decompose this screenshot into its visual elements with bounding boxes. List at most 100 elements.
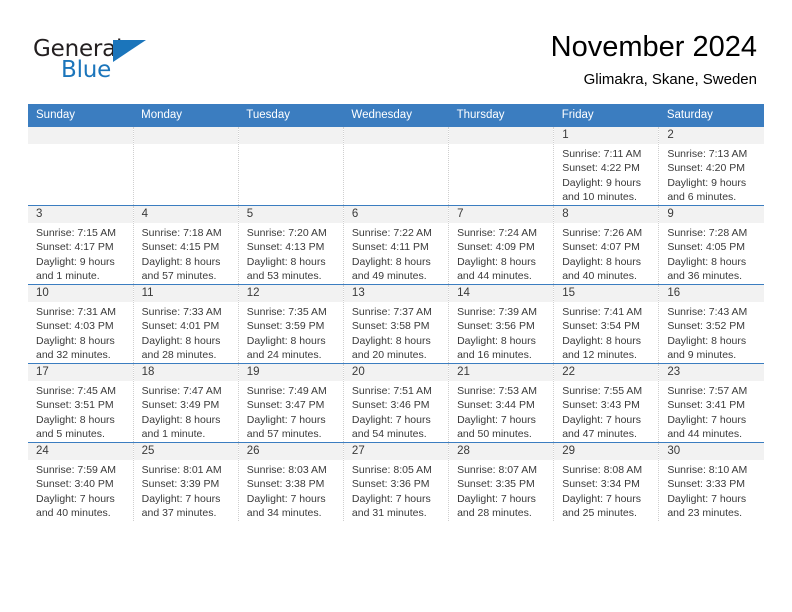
sunrise-time: Sunrise: 7:18 AM [141,227,222,239]
day-cell[interactable]: 6 Sunrise: 7:22 AM Sunset: 4:11 PM Daylight… [343,205,450,285]
daylight-duration-line1: Daylight: 8 hours [457,255,536,268]
day-cell-empty [238,127,344,206]
day-cell-inner [133,127,238,205]
day-cell[interactable]: 30 Sunrise: 8:10 AM Sunset: 3:33 PM Dayligh… [658,442,764,521]
sunset-time: Sunset: 3:39 PM [141,478,220,491]
calendar-page: General Blue November 2024 Glimakra, Ska… [0,0,792,612]
day-cell[interactable]: 15 Sunrise: 7:41 AM Sunset: 3:54 PM Dayligh… [553,284,660,364]
sunset-time: Sunset: 3:44 PM [457,399,535,412]
day-details [239,144,343,147]
day-number: 11 [133,285,238,302]
day-cell[interactable]: 13 Sunrise: 7:37 AM Sunset: 3:58 PM Dayligh… [343,284,450,364]
daylight-duration-line2: and 6 minutes. [667,190,737,203]
day-cell[interactable]: 20 Sunrise: 7:51 AM Sunset: 3:46 PM Dayligh… [343,363,450,443]
day-cell[interactable]: 12 Sunrise: 7:35 AM Sunset: 3:59 PM Dayligh… [238,284,344,364]
day-cell[interactable]: 24 Sunrise: 7:59 AM Sunset: 3:40 PM Dayligh… [28,442,134,521]
day-cell[interactable]: 2 Sunrise: 7:13 AM Sunset: 4:20 PM Daylight… [659,127,764,206]
day-details: Sunrise: 7:55 AM Sunset: 3:43 PM Daylight:… [554,381,658,441]
daylight-duration-line2: and 9 minutes. [667,348,737,361]
sunrise-time: Sunrise: 7:49 AM [246,385,327,397]
day-cell[interactable]: 21 Sunrise: 7:53 AM Sunset: 3:44 PM Dayligh… [448,363,555,443]
day-cell[interactable]: 14 Sunrise: 7:39 AM Sunset: 3:56 PM Dayligh… [448,284,555,364]
day-cell[interactable]: 27 Sunrise: 8:05 AM Sunset: 3:36 PM Dayligh… [343,442,450,521]
day-number: 2 [659,127,764,144]
day-number: 5 [238,206,343,223]
sunset-time: Sunset: 4:22 PM [562,162,640,175]
day-cell[interactable]: 10 Sunrise: 7:31 AM Sunset: 4:03 PM Dayligh… [28,284,134,364]
daylight-duration-line1: Daylight: 8 hours [562,255,641,268]
sunrise-time: Sunrise: 8:05 AM [351,464,432,476]
daylight-duration-line1: Daylight: 8 hours [141,413,221,426]
daylight-duration-line1: Daylight: 8 hours [36,334,115,347]
day-cell-inner: 27 Sunrise: 8:05 AM Sunset: 3:36 PM Dayligh… [343,443,449,521]
day-number: 4 [133,206,238,223]
daylight-duration-line1: Daylight: 8 hours [141,255,221,268]
day-cell[interactable]: 7 Sunrise: 7:24 AM Sunset: 4:09 PM Daylight… [448,205,555,285]
day-details: Sunrise: 7:41 AM Sunset: 3:54 PM Daylight:… [554,302,658,362]
sunset-time: Sunset: 3:49 PM [141,399,220,412]
day-details: Sunrise: 7:22 AM Sunset: 4:11 PM Daylight:… [344,223,448,283]
day-cell[interactable]: 11 Sunrise: 7:33 AM Sunset: 4:01 PM Dayligh… [133,284,239,364]
day-cell[interactable]: 4 Sunrise: 7:18 AM Sunset: 4:15 PM Daylight… [133,205,239,285]
calendar-table: Sunday Monday Tuesday Wednesday Thursday… [28,104,764,521]
weekday-header-tuesday: Tuesday [238,104,344,127]
daylight-duration-line2: and 44 minutes. [457,269,532,282]
daylight-duration-line1: Daylight: 7 hours [457,413,536,426]
daylight-duration-line2: and 24 minutes. [246,348,322,361]
day-cell-inner: 12 Sunrise: 7:35 AM Sunset: 3:59 PM Dayligh… [238,285,343,363]
day-number [238,127,343,144]
sunrise-time: Sunrise: 7:55 AM [562,385,643,397]
day-cell-inner: 18 Sunrise: 7:47 AM Sunset: 3:49 PM Dayligh… [133,364,238,442]
day-cell[interactable]: 19 Sunrise: 7:49 AM Sunset: 3:47 PM Dayligh… [238,363,344,443]
day-cell[interactable]: 25 Sunrise: 8:01 AM Sunset: 3:39 PM Dayligh… [133,442,239,521]
daylight-duration-line1: Daylight: 7 hours [351,492,431,505]
sunrise-time: Sunrise: 7:20 AM [246,227,327,239]
day-cell[interactable]: 18 Sunrise: 7:47 AM Sunset: 3:49 PM Dayligh… [133,363,239,443]
page-title: November 2024 [550,31,757,63]
day-details: Sunrise: 7:37 AM Sunset: 3:58 PM Daylight:… [344,302,448,362]
day-cell[interactable]: 22 Sunrise: 7:55 AM Sunset: 3:43 PM Dayligh… [553,363,660,443]
day-number: 6 [343,206,449,223]
day-number: 18 [133,364,238,381]
sunrise-time: Sunrise: 7:37 AM [351,306,432,318]
day-cell[interactable]: 23 Sunrise: 7:57 AM Sunset: 3:41 PM Dayligh… [658,363,764,443]
day-cell[interactable]: 16 Sunrise: 7:43 AM Sunset: 3:52 PM Dayligh… [658,284,764,364]
day-details: Sunrise: 8:08 AM Sunset: 3:34 PM Daylight:… [554,460,658,520]
calendar-week-row: 24 Sunrise: 7:59 AM Sunset: 3:40 PM Dayligh… [28,442,764,521]
day-cell-inner: 28 Sunrise: 8:07 AM Sunset: 3:35 PM Dayligh… [449,443,554,521]
day-cell[interactable]: 5 Sunrise: 7:20 AM Sunset: 4:13 PM Daylight… [238,205,344,285]
sunrise-time: Sunrise: 7:31 AM [36,306,116,318]
daylight-duration-line2: and 57 minutes. [141,269,217,282]
day-cell[interactable]: 26 Sunrise: 8:03 AM Sunset: 3:38 PM Dayligh… [238,442,344,521]
daylight-duration-line2: and 32 minutes. [36,348,111,361]
day-details: Sunrise: 7:20 AM Sunset: 4:13 PM Daylight:… [239,223,343,283]
weekday-header-monday: Monday [133,104,239,127]
sunrise-time: Sunrise: 8:08 AM [562,464,643,476]
daylight-duration-line1: Daylight: 8 hours [562,334,641,347]
day-cell[interactable]: 8 Sunrise: 7:26 AM Sunset: 4:07 PM Daylight… [553,205,660,285]
daylight-duration-line2: and 1 minute. [36,269,100,282]
day-cell[interactable]: 28 Sunrise: 8:07 AM Sunset: 3:35 PM Dayligh… [448,442,555,521]
day-cell[interactable]: 1 Sunrise: 7:11 AM Sunset: 4:22 PM Daylight… [553,127,660,206]
sunset-time: Sunset: 4:01 PM [141,320,220,333]
title-block: November 2024 Glimakra, Skane, Sweden [551,30,757,90]
day-cell[interactable]: 17 Sunrise: 7:45 AM Sunset: 3:51 PM Dayligh… [28,363,134,443]
day-cell[interactable]: 9 Sunrise: 7:28 AM Sunset: 4:05 PM Daylight… [658,205,764,285]
day-cell-inner [343,127,449,205]
brand-logo[interactable]: General Blue [33,36,233,88]
weekday-header-saturday: Saturday [658,104,764,127]
day-cell[interactable]: 3 Sunrise: 7:15 AM Sunset: 4:17 PM Daylight… [28,205,134,285]
sunrise-time: Sunrise: 8:07 AM [457,464,538,476]
day-number: 12 [238,285,343,302]
daylight-duration-line1: Daylight: 9 hours [562,176,641,189]
sunrise-time: Sunrise: 7:57 AM [667,385,748,397]
daylight-duration-line2: and 28 minutes. [457,506,532,519]
day-details: Sunrise: 7:59 AM Sunset: 3:40 PM Daylight:… [28,460,133,520]
day-cell[interactable]: 29 Sunrise: 8:08 AM Sunset: 3:34 PM Dayligh… [553,442,660,521]
sunset-time: Sunset: 4:11 PM [351,241,429,254]
day-details: Sunrise: 7:51 AM Sunset: 3:46 PM Daylight:… [344,381,448,441]
day-number: 9 [659,206,764,223]
sunset-time: Sunset: 3:40 PM [36,478,114,491]
sunrise-time: Sunrise: 7:53 AM [457,385,538,397]
day-number [133,127,238,144]
